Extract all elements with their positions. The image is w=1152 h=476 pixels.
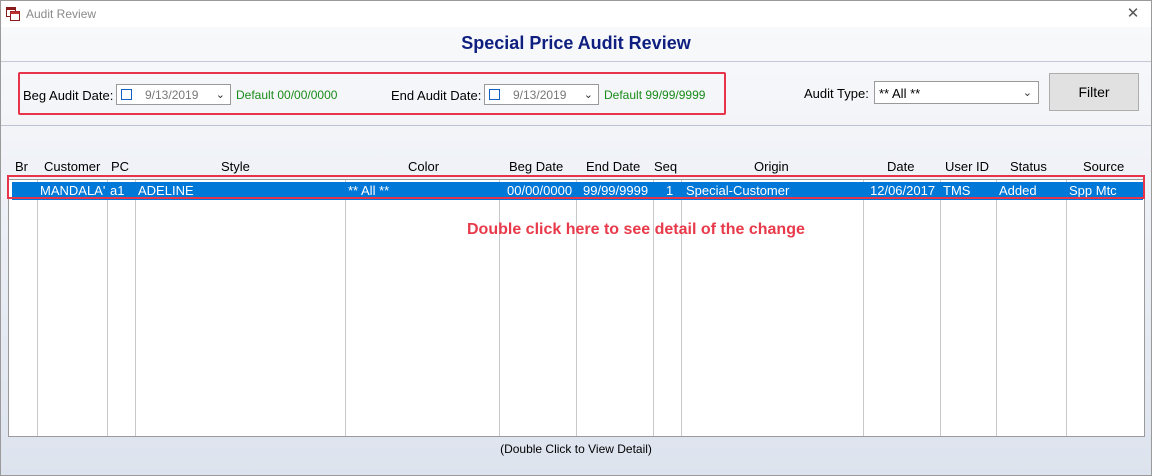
col-header-end-date[interactable]: End Date	[586, 159, 640, 174]
page-title: Special Price Audit Review	[461, 33, 691, 53]
col-header-date[interactable]: Date	[887, 159, 914, 174]
grid-column-divider	[681, 180, 682, 436]
chevron-down-icon: ⌄	[215, 89, 225, 101]
audit-review-window: Audit Review ✕ Special Price Audit Revie…	[0, 0, 1152, 476]
footer-hint: (Double Click to View Detail)	[500, 442, 652, 456]
grid-column-divider	[653, 180, 654, 436]
col-header-source[interactable]: Source	[1083, 159, 1124, 174]
grid-column-divider	[863, 180, 864, 436]
beg-date-default: Default 00/00/0000	[236, 88, 338, 102]
beg-audit-date-label: Beg Audit Date:	[23, 88, 114, 103]
row-highlight-box	[7, 175, 1145, 199]
title-bar: Audit Review ✕	[1, 1, 1151, 27]
filter-button[interactable]: Filter	[1049, 73, 1139, 111]
col-header-user-id[interactable]: User ID	[945, 159, 989, 174]
app-window-icon	[6, 7, 20, 21]
beg-date-checkbox[interactable]	[121, 89, 132, 100]
col-header-status[interactable]: Status	[1010, 159, 1047, 174]
header-divider	[1, 61, 1151, 62]
col-header-br[interactable]: Br	[15, 159, 28, 174]
col-header-customer[interactable]: Customer	[44, 159, 100, 174]
col-header-pc[interactable]: PC	[111, 159, 129, 174]
col-header-beg-date[interactable]: Beg Date	[509, 159, 563, 174]
close-button[interactable]: ✕	[1123, 4, 1143, 24]
grid-column-divider	[107, 180, 108, 436]
filter-divider	[1, 125, 1151, 126]
chevron-down-icon: ⌄	[583, 89, 593, 101]
grid-column-divider	[499, 180, 500, 436]
grid-column-divider	[1066, 180, 1067, 436]
grid-column-divider	[576, 180, 577, 436]
close-icon: ✕	[1126, 5, 1140, 22]
col-header-origin[interactable]: Origin	[754, 159, 789, 174]
end-date-default: Default 99/99/9999	[604, 88, 706, 102]
grid-column-divider	[37, 180, 38, 436]
chevron-down-icon: ⌄	[1022, 87, 1032, 99]
audit-grid[interactable]: MANDALA' a1 ADELINE ** All ** 00/00/0000…	[8, 179, 1145, 437]
window-title: Audit Review	[26, 7, 97, 21]
main-content: Special Price Audit Review Beg Audit Dat…	[1, 27, 1151, 475]
end-date-checkbox[interactable]	[489, 89, 500, 100]
grid-column-divider	[345, 180, 346, 436]
col-header-seq[interactable]: Seq	[654, 159, 677, 174]
audit-type-select[interactable]: ** All ** ⌄	[874, 81, 1039, 104]
grid-column-divider	[996, 180, 997, 436]
col-header-style[interactable]: Style	[221, 159, 250, 174]
audit-type-label: Audit Type:	[804, 86, 869, 101]
audit-type-value: ** All **	[879, 86, 921, 101]
grid-column-divider	[135, 180, 136, 436]
beg-date-value: 9/13/2019	[145, 88, 199, 102]
grid-column-divider	[940, 180, 941, 436]
end-audit-date-label: End Audit Date:	[391, 88, 482, 103]
end-audit-date-picker[interactable]: 9/13/2019 ⌄	[484, 84, 599, 105]
end-date-value: 9/13/2019	[513, 88, 567, 102]
col-header-color[interactable]: Color	[408, 159, 439, 174]
annotation-text: Double click here to see detail of the c…	[467, 221, 805, 238]
beg-audit-date-picker[interactable]: 9/13/2019 ⌄	[116, 84, 231, 105]
